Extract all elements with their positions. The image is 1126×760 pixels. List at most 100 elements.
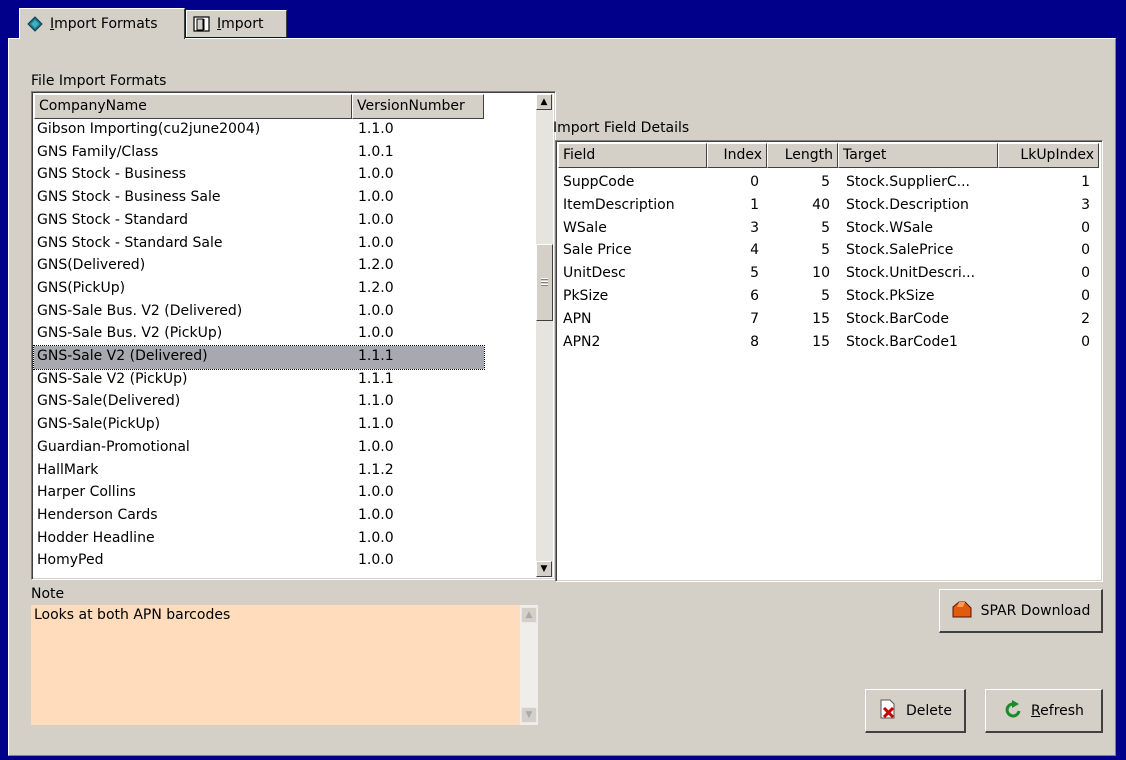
spar-download-button[interactable]: SPAR Download <box>939 589 1103 633</box>
scroll-thumb[interactable] <box>536 244 553 321</box>
table-row[interactable]: HallMark 1.1.2 <box>34 460 484 483</box>
column-header-length[interactable]: Length <box>767 143 838 168</box>
company-name-cell: GNS-Sale(PickUp) <box>37 416 161 433</box>
column-header-index[interactable]: Index <box>707 143 767 168</box>
target-cell: Stock.UnitDescri... <box>846 265 976 282</box>
delete-button[interactable]: Delete <box>865 689 966 733</box>
scroll-up-button[interactable]: ▲ <box>536 94 552 110</box>
column-header-field[interactable]: Field <box>558 143 707 168</box>
lkupindex-cell: 0 <box>1081 333 1090 350</box>
table-row[interactable]: ItemDescription 1 40 Stock.Description 3 <box>558 195 1098 218</box>
table-row[interactable]: APN 7 15 Stock.BarCode 2 <box>558 309 1098 332</box>
table-row[interactable]: GNS Stock - Standard Sale 1.0.0 <box>34 233 484 256</box>
company-name-cell: GNS(Delivered) <box>37 257 146 274</box>
table-row[interactable]: Guardian-Promotional 1.0.0 <box>34 437 484 460</box>
version-number-cell: 1.0.0 <box>358 484 394 501</box>
company-name-cell: GNS Stock - Standard <box>37 211 189 228</box>
note-textarea[interactable]: Looks at both APN barcodes ▲ ▼ <box>31 605 542 725</box>
table-row[interactable]: GNS(PickUp) 1.2.0 <box>34 278 484 301</box>
table-row[interactable]: GNS-Sale V2 (PickUp) 1.1.1 <box>34 369 484 392</box>
table-row[interactable]: WSale 3 5 Stock.WSale 0 <box>558 218 1098 241</box>
length-cell: 5 <box>821 219 830 236</box>
formats-list[interactable]: CompanyName VersionNumber Gibson Importi… <box>31 91 556 580</box>
company-name-cell: Gibson Importing(cu2june2004) <box>37 121 261 137</box>
scroll-down-button[interactable]: ▼ <box>521 707 537 723</box>
length-cell: 15 <box>812 333 830 350</box>
version-number-cell: 1.0.0 <box>358 529 394 546</box>
table-row[interactable]: Gibson Importing(cu2june2004) 1.1.0 <box>34 119 484 142</box>
table-row[interactable]: GNS Family/Class 1.0.1 <box>34 142 484 165</box>
table-row[interactable]: GNS Stock - Standard 1.0.0 <box>34 210 484 233</box>
version-number-cell: 1.0.0 <box>358 506 394 523</box>
table-row[interactable]: Harper Collins 1.0.0 <box>34 482 484 505</box>
table-row[interactable]: UnitDesc 5 10 Stock.UnitDescri... 0 <box>558 263 1098 286</box>
tab-import[interactable]: Import <box>186 10 287 37</box>
table-row[interactable]: Hodder Headline 1.0.0 <box>34 528 484 551</box>
company-name-cell: HomyPed <box>37 552 104 569</box>
company-name-cell: GNS Family/Class <box>37 143 159 160</box>
scroll-down-button[interactable]: ▼ <box>536 561 552 577</box>
refresh-button[interactable]: Refresh <box>985 689 1103 733</box>
book-icon <box>26 15 44 33</box>
table-row[interactable]: GNS Stock - Business Sale 1.0.0 <box>34 187 484 210</box>
length-cell: 10 <box>812 265 830 282</box>
version-number-cell: 1.0.0 <box>358 166 394 183</box>
table-row[interactable]: GNS-Sale Bus. V2 (Delivered) 1.0.0 <box>34 301 484 324</box>
scroll-up-button[interactable]: ▲ <box>521 607 537 623</box>
length-cell: 5 <box>821 288 830 304</box>
formats-scrollbar[interactable]: ▲ ▼ <box>536 94 553 577</box>
index-cell: 4 <box>750 242 759 259</box>
column-header-versionnumber[interactable]: VersionNumber <box>352 94 484 119</box>
refresh-icon <box>1003 699 1023 722</box>
tab-label: Import Formats <box>50 16 158 32</box>
version-number-cell: 1.2.0 <box>358 257 394 274</box>
table-row[interactable]: Henderson Cards 1.0.0 <box>34 505 484 528</box>
note-scrollbar[interactable]: ▲ ▼ <box>520 605 538 725</box>
company-name-cell: GNS Stock - Business Sale <box>37 189 221 206</box>
table-row[interactable]: Sale Price 4 5 Stock.SalePrice 0 <box>558 240 1098 263</box>
tab-import-formats[interactable]: Import Formats <box>19 8 185 39</box>
index-cell: 0 <box>750 174 759 190</box>
column-header-target[interactable]: Target <box>838 143 998 168</box>
company-name-cell: GNS(PickUp) <box>37 279 126 296</box>
version-number-cell: 1.0.0 <box>358 552 394 569</box>
version-number-cell: 1.0.0 <box>358 438 394 455</box>
version-number-cell: 1.0.0 <box>358 211 394 228</box>
field-cell: UnitDesc <box>563 265 626 282</box>
lkupindex-cell: 0 <box>1081 219 1090 236</box>
length-cell: 40 <box>812 196 830 213</box>
company-name-cell: GNS Stock - Business <box>37 166 187 183</box>
note-label: Note <box>31 586 65 602</box>
table-row[interactable]: GNS-Sale(PickUp) 1.1.0 <box>34 414 484 437</box>
field-cell: APN2 <box>563 333 601 350</box>
table-row[interactable]: GNS-Sale(Delivered) 1.1.0 <box>34 391 484 414</box>
index-cell: 6 <box>750 288 759 304</box>
version-number-cell: 1.0.0 <box>358 325 394 342</box>
column-header-lkupindex[interactable]: LkUpIndex <box>998 143 1099 168</box>
length-cell: 5 <box>821 174 830 190</box>
field-details-list[interactable]: Field Index Length Target LkUpIndex Supp… <box>555 140 1103 582</box>
lkupindex-cell: 2 <box>1081 310 1090 327</box>
table-row[interactable]: GNS Stock - Business 1.0.0 <box>34 164 484 187</box>
version-number-cell: 1.1.1 <box>358 348 394 364</box>
note-text[interactable]: Looks at both APN barcodes <box>31 605 520 725</box>
tab-label: Import <box>217 16 264 32</box>
company-name-cell: Guardian-Promotional <box>37 438 190 455</box>
target-cell: Stock.WSale <box>846 219 934 236</box>
column-header-companyname[interactable]: CompanyName <box>34 94 352 119</box>
table-row[interactable]: SuppCode 0 5 Stock.SupplierC... 1 <box>558 172 1098 195</box>
table-row[interactable]: HomyPed 1.0.0 <box>34 550 484 573</box>
index-cell: 8 <box>750 333 759 350</box>
table-row[interactable]: GNS-Sale V2 (Delivered) 1.1.1 <box>33 345 485 370</box>
company-name-cell: GNS-Sale Bus. V2 (PickUp) <box>37 325 223 342</box>
table-row[interactable]: GNS(Delivered) 1.2.0 <box>34 255 484 278</box>
company-name-cell: GNS-Sale V2 (Delivered) <box>37 348 208 364</box>
index-cell: 5 <box>750 265 759 282</box>
target-cell: Stock.Description <box>846 196 969 213</box>
file-import-formats-label: File Import Formats <box>31 73 167 89</box>
table-row[interactable]: APN2 8 15 Stock.BarCode1 0 <box>558 332 1098 355</box>
version-number-cell: 1.0.0 <box>358 189 394 206</box>
table-row[interactable]: PkSize 6 5 Stock.PkSize 0 <box>558 286 1098 309</box>
length-cell: 5 <box>821 242 830 259</box>
table-row[interactable]: GNS-Sale Bus. V2 (PickUp) 1.0.0 <box>34 323 484 346</box>
